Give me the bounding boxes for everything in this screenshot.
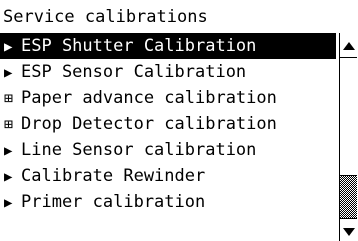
scroll-up-arrow-icon[interactable]: [340, 37, 357, 55]
expand-plus-icon: ⊞: [4, 115, 14, 133]
menu-item-paper-advance-calibration[interactable]: ⊞ Paper advance calibration: [0, 85, 336, 111]
menu-item-label: ESP Shutter Calibration: [21, 36, 257, 56]
menu-item-calibrate-rewinder[interactable]: ▶ Calibrate Rewinder: [0, 163, 336, 189]
page-title: Service calibrations: [3, 7, 208, 27]
arrow-right-icon: ▶: [4, 169, 13, 185]
menu-item-primer-calibration[interactable]: ▶ Primer calibration: [0, 189, 336, 215]
menu-item-label: Line Sensor calibration: [21, 140, 257, 160]
menu-item-label: Primer calibration: [21, 192, 206, 212]
scrollbar-track-remainder[interactable]: [340, 176, 357, 218]
expand-plus-icon: ⊞: [4, 89, 14, 107]
triangle-up-icon: [342, 42, 355, 50]
scroll-down-arrow-icon[interactable]: [340, 223, 357, 241]
menu-item-label: Paper advance calibration: [21, 88, 277, 108]
vertical-scrollbar[interactable]: [339, 33, 357, 241]
scrollbar-thumb[interactable]: [340, 58, 357, 176]
menu-item-esp-sensor-calibration[interactable]: ▶ ESP Sensor Calibration: [0, 59, 336, 85]
triangle-down-icon: [342, 228, 355, 236]
menu-item-label: ESP Sensor Calibration: [21, 62, 247, 82]
arrow-right-icon: ▶: [4, 39, 13, 55]
menu-list: ▶ ESP Shutter Calibration ▶ ESP Sensor Cal…: [0, 33, 336, 215]
arrow-right-icon: ▶: [4, 195, 13, 211]
calibration-menu: ▶ ESP Shutter Calibration ▶ ESP Sensor Cal…: [0, 33, 358, 241]
menu-item-label: Calibrate Rewinder: [21, 166, 206, 186]
menu-item-esp-shutter-calibration[interactable]: ▶ ESP Shutter Calibration: [0, 33, 336, 59]
menu-item-label: Drop Detector calibration: [21, 114, 277, 134]
scrollbar-track[interactable]: [340, 57, 357, 219]
arrow-right-icon: ▶: [4, 65, 13, 81]
arrow-right-icon: ▶: [4, 143, 13, 159]
menu-item-drop-detector-calibration[interactable]: ⊞ Drop Detector calibration: [0, 111, 336, 137]
menu-item-line-sensor-calibration[interactable]: ▶ Line Sensor calibration: [0, 137, 336, 163]
